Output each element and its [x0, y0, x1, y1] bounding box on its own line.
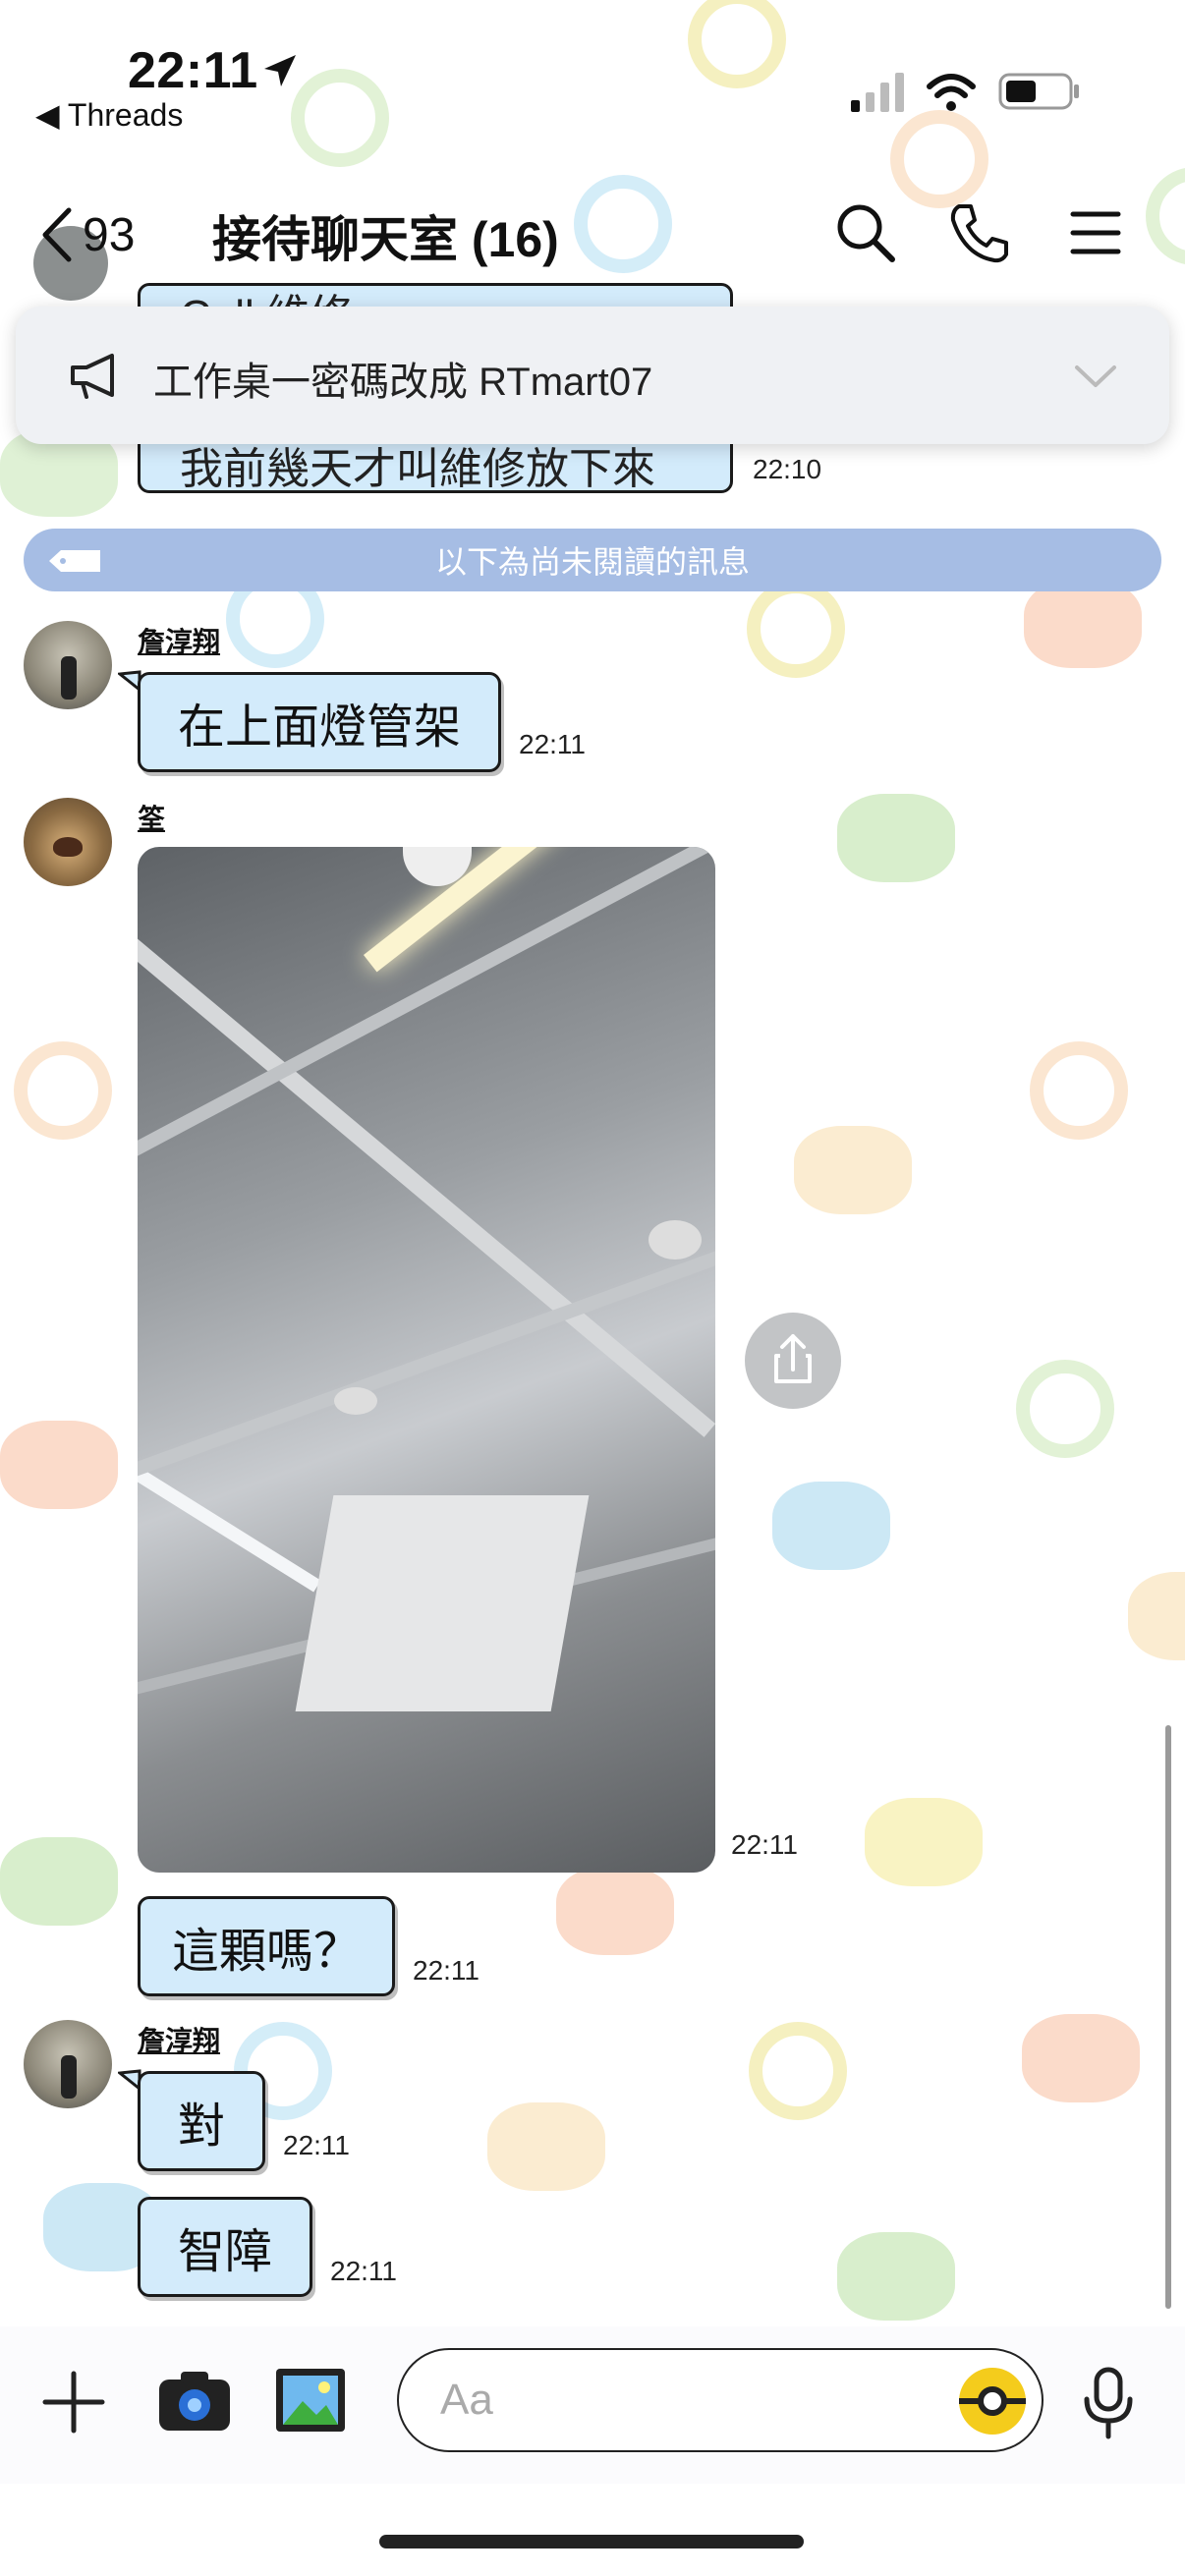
message-time: 22:10	[753, 454, 822, 484]
bg-pattern-sprite	[772, 1482, 890, 1570]
message-time: 22:11	[283, 2130, 350, 2160]
message-time: 22:11	[519, 729, 586, 759]
bg-pattern-ball	[1030, 1041, 1128, 1140]
chevron-down-icon[interactable]	[1073, 364, 1118, 391]
bg-pattern-sprite	[837, 2232, 955, 2321]
message-text: 對	[177, 2100, 225, 2153]
sender-name[interactable]: 筌	[138, 798, 165, 837]
bg-pattern-sprite	[865, 1798, 983, 1886]
bg-pattern-sprite	[556, 1867, 674, 1955]
bg-pattern-sprite	[0, 1837, 118, 1926]
plus-icon[interactable]	[39, 2368, 108, 2436]
menu-icon[interactable]	[1061, 198, 1130, 267]
avatar-cat-face	[53, 837, 83, 857]
message-time: 22:11	[731, 1829, 798, 1860]
photo-beam	[138, 847, 715, 1174]
gallery-icon[interactable]	[273, 2366, 348, 2435]
back-to-app-link[interactable]: ◀ Threads	[35, 96, 183, 134]
avatar-sender[interactable]	[24, 621, 112, 709]
megaphone-icon	[71, 354, 114, 399]
unread-chat-count: 93	[83, 208, 136, 261]
shared-photo[interactable]	[138, 847, 715, 1873]
avatar-sender[interactable]	[24, 2020, 112, 2108]
back-button[interactable]: 93	[39, 200, 167, 269]
battery-icon	[998, 73, 1079, 110]
unread-divider: 以下為尚未閱讀的訊息	[24, 529, 1161, 591]
location-arrow-icon	[264, 55, 296, 86]
message-bubble[interactable]: 這顆嗎？	[138, 1896, 395, 1996]
scrollbar[interactable]	[1165, 1725, 1171, 2309]
announcement-text: 工作桌一密碼改成 RTmart07	[153, 361, 653, 404]
bg-pattern-sprite	[0, 1421, 118, 1509]
bg-pattern-sprite	[837, 794, 955, 882]
share-icon	[774, 1334, 812, 1383]
bg-pattern-sprite	[794, 1126, 912, 1214]
avatar-figure	[61, 2055, 77, 2099]
message-bubble[interactable]: 在上面燈管架	[138, 672, 501, 772]
unread-divider-text: 以下為尚未閱讀的訊息	[434, 544, 750, 580]
wifi-icon	[927, 74, 976, 111]
sticker-icon[interactable]	[953, 2362, 1032, 2440]
sender-name[interactable]: 詹淳翔	[138, 621, 220, 660]
announcement-banner[interactable]: 工作桌一密碼改成 RTmart07	[16, 307, 1169, 444]
photo-lamp	[649, 1220, 702, 1260]
message-bubble[interactable]: 智障	[138, 2197, 312, 2297]
bg-pattern-ball	[14, 1041, 112, 1140]
status-time: 22:11	[128, 42, 258, 99]
message-time: 22:11	[330, 2256, 397, 2286]
microphone-icon[interactable]	[1079, 2364, 1138, 2442]
message-bubble[interactable]: 對	[138, 2071, 265, 2171]
photo-light-tube	[138, 1466, 321, 1593]
sender-name[interactable]: 詹淳翔	[138, 2020, 220, 2059]
bg-pattern-sprite	[1128, 1572, 1185, 1660]
bg-pattern-sprite	[1022, 2014, 1140, 2102]
photo-lamp	[334, 1387, 377, 1415]
bg-pattern-ball	[749, 2022, 847, 2120]
status-bar: 22:11 ◀ Threads	[0, 0, 1185, 157]
bg-pattern-ball	[1016, 1360, 1114, 1458]
photo-duct	[295, 1495, 590, 1711]
share-button[interactable]	[745, 1313, 841, 1409]
avatar-sender[interactable]	[24, 798, 112, 886]
camera-icon[interactable]	[155, 2366, 234, 2435]
bg-pattern-sprite	[1024, 580, 1142, 668]
chat-header: 93 接待聊天室 (16)	[0, 187, 1185, 275]
photo-beam	[138, 1200, 715, 1489]
tag-icon	[49, 550, 100, 572]
message-input[interactable]: Aa	[397, 2348, 1044, 2452]
message-input-placeholder: Aa	[440, 2376, 493, 2424]
search-icon[interactable]	[831, 198, 900, 267]
chat-title: 接待聊天室 (16)	[212, 212, 559, 267]
avatar-figure	[61, 656, 77, 700]
chevron-left-icon	[42, 207, 72, 262]
message-time: 22:11	[413, 1955, 480, 1986]
message-text: 在上面燈管架	[177, 701, 461, 754]
home-indicator[interactable]	[379, 2535, 804, 2548]
message-text: 智障	[177, 2226, 272, 2278]
bg-pattern-sprite	[487, 2102, 605, 2191]
phone-icon[interactable]	[945, 198, 1014, 267]
cellular-signal-icon	[851, 73, 904, 112]
bg-pattern-ball	[747, 580, 845, 678]
message-text: 這顆嗎？	[171, 1926, 361, 1978]
